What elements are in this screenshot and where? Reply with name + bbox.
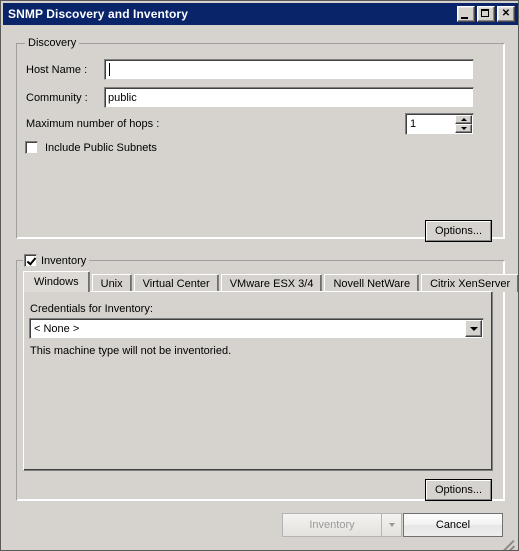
host-name-label: Host Name : [26, 64, 88, 76]
tab-label: Windows [34, 276, 79, 288]
inventory-legend[interactable]: Inventory [23, 254, 90, 267]
tab-label: Virtual Center [142, 277, 210, 290]
cancel-label: Cancel [435, 519, 471, 531]
community-value: public [108, 91, 137, 104]
cancel-button[interactable]: Cancel [403, 513, 503, 537]
inventory-note: This machine type will not be inventorie… [30, 345, 232, 357]
text-caret [109, 63, 110, 76]
chevron-down-icon [469, 326, 478, 331]
max-hops-spin-buttons [455, 115, 472, 133]
credentials-dropdown[interactable]: < None > [29, 318, 484, 339]
max-hops-stepper[interactable]: 1 [405, 113, 474, 135]
inventory-action-button[interactable]: Inventory [282, 513, 382, 537]
discovery-options-label: Options... [434, 225, 483, 237]
include-public-subnets-checkbox[interactable]: Include Public Subnets [25, 141, 157, 154]
tab-virtual-center[interactable]: Virtual Center [133, 274, 219, 292]
maximize-icon [481, 9, 489, 17]
maximize-button[interactable] [477, 6, 495, 22]
tab-citrix-xenserver[interactable]: Citrix XenServer [421, 274, 518, 292]
minimize-icon [461, 17, 468, 19]
tab-unix[interactable]: Unix [91, 274, 132, 292]
chevron-down-icon [388, 523, 395, 527]
close-icon: ✕ [501, 8, 511, 19]
discovery-legend: Discovery [25, 37, 80, 49]
host-name-input[interactable] [104, 59, 474, 80]
inventory-action-dropdown-button[interactable] [382, 513, 402, 537]
inventory-options-label: Options... [434, 484, 483, 496]
title-bar[interactable]: SNMP Discovery and Inventory ✕ [3, 3, 518, 25]
inventory-action-label: Inventory [309, 519, 355, 531]
credentials-value: < None > [34, 322, 80, 335]
resize-grip[interactable] [500, 532, 516, 550]
max-hops-increment-button[interactable] [455, 115, 472, 124]
tab-vmware-esx[interactable]: VMware ESX 3/4 [220, 274, 323, 292]
minimize-button[interactable] [457, 6, 475, 22]
community-label: Community : [26, 92, 88, 104]
tab-novell-netware[interactable]: Novell NetWare [324, 274, 420, 292]
max-hops-value: 1 [410, 118, 417, 130]
window-title: SNMP Discovery and Inventory [8, 7, 188, 21]
inventory-legend-label: Inventory [41, 254, 87, 267]
inventory-enable-checkbox-icon[interactable] [24, 254, 37, 267]
close-button[interactable]: ✕ [497, 6, 515, 22]
include-public-subnets-label: Include Public Subnets [45, 141, 157, 154]
max-hops-decrement-button[interactable] [455, 124, 472, 133]
discovery-options-button[interactable]: Options... [425, 220, 492, 242]
community-input[interactable]: public [104, 87, 474, 108]
max-hops-label: Maximum number of hops : [26, 118, 160, 130]
credentials-dropdown-button[interactable] [465, 320, 482, 337]
chevron-down-icon [460, 127, 467, 130]
chevron-up-icon [460, 118, 467, 121]
tab-label: Novell NetWare [333, 277, 411, 290]
tab-windows[interactable]: Windows [23, 271, 90, 292]
dialog-window: SNMP Discovery and Inventory ✕ Discovery… [0, 0, 519, 551]
tab-label: VMware ESX 3/4 [229, 277, 314, 290]
checkbox-box-icon [25, 141, 38, 154]
inventory-options-button[interactable]: Options... [425, 479, 492, 501]
credentials-label: Credentials for Inventory: [30, 303, 153, 315]
inventory-tabstrip[interactable]: Windows Unix Virtual Center VMware ESX 3… [23, 271, 518, 292]
tab-label: Unix [100, 277, 123, 290]
tab-label: Citrix XenServer [430, 277, 511, 290]
